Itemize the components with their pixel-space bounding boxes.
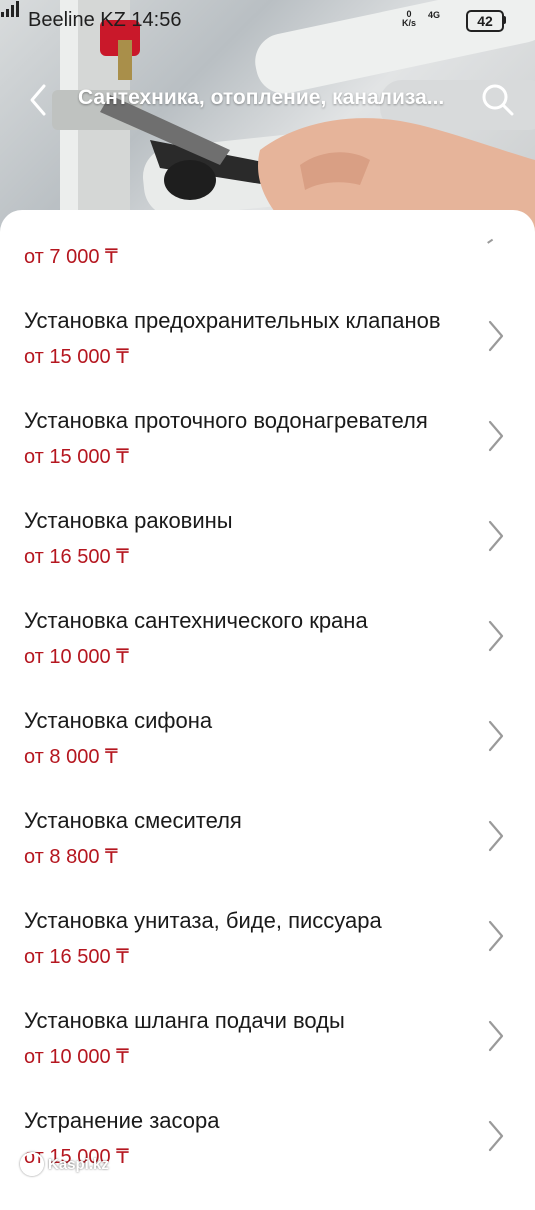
signal-icon: [1, 1, 19, 17]
kaspi-logo-icon: [20, 1152, 44, 1176]
status-carrier-time: Beeline KZ 14:56: [28, 9, 182, 31]
chevron-right-icon: [488, 520, 504, 552]
battery-level: 42: [477, 13, 493, 29]
list-item[interactable]: Установка смесителя от 8 800 ₸: [0, 808, 535, 910]
service-title: Установка раковины: [24, 508, 233, 533]
service-title: Установка предохранительных клапанов: [24, 308, 441, 333]
list-item[interactable]: Установка сифона от 8 000 ₸: [0, 708, 535, 810]
chevron-right-icon: [488, 420, 504, 452]
chevron-right-icon: [488, 620, 504, 652]
chevron-right-icon: [488, 1120, 504, 1152]
list-item[interactable]: Установка унитаза, биде, писсуара от 16 …: [0, 908, 535, 1010]
network-speed: 0 K/s: [402, 10, 416, 28]
service-price: от 15 000 ₸: [24, 346, 129, 368]
service-title: Устранение засора: [24, 1108, 220, 1133]
search-button[interactable]: [478, 80, 518, 120]
service-price: от 8 800 ₸: [24, 846, 118, 868]
network-type: 4G: [428, 10, 441, 20]
kaspi-watermark: Kaspi.kz: [20, 1152, 109, 1176]
service-title: Установка шланга подачи воды: [24, 1008, 345, 1033]
back-button[interactable]: [26, 80, 56, 120]
battery-tip: [503, 16, 506, 24]
service-title: Установка сантехнического крана: [24, 608, 368, 633]
status-bar: Beeline KZ 14:56 0 K/s 4G 42: [0, 0, 535, 40]
service-title: Установка смесителя: [24, 808, 242, 833]
top-nav-bar: Сантехника, отопление, канализа...: [0, 78, 535, 122]
battery-icon: 42: [466, 10, 504, 32]
service-price: от 16 500 ₸: [24, 946, 129, 968]
scroll-indicator: [487, 238, 495, 247]
list-item[interactable]: Установка шланга подачи воды от 10 000 ₸: [0, 1008, 535, 1110]
network-speed-unit: K/s: [402, 18, 417, 28]
list-item[interactable]: Установка сантехнического крана от 10 00…: [0, 608, 535, 710]
service-price: от 8 000 ₸: [24, 746, 118, 768]
chevron-right-icon: [488, 820, 504, 852]
list-item[interactable]: Установка проточного водонагревателя от …: [0, 408, 535, 510]
service-price: от 10 000 ₸: [24, 646, 129, 668]
chevron-left-icon: [30, 84, 46, 116]
search-icon: [482, 84, 514, 116]
list-item[interactable]: Установка предохранительных клапанов от …: [0, 308, 535, 410]
list-item-price: от 7 000 ₸: [24, 246, 118, 268]
list-item[interactable]: Установка раковины от 16 500 ₸: [0, 508, 535, 610]
header-banner-image: Beeline KZ 14:56 0 K/s 4G 42 Сантехника,…: [0, 0, 535, 240]
chevron-right-icon: [488, 1020, 504, 1052]
service-title: Установка сифона: [24, 708, 213, 733]
service-title: Установка унитаза, биде, писсуара: [24, 908, 382, 933]
service-title: Установка проточного водонагревателя: [24, 408, 428, 433]
service-price: от 16 500 ₸: [24, 546, 129, 568]
page-title: Сантехника, отопление, канализа...: [78, 86, 445, 109]
service-price: от 10 000 ₸: [24, 1046, 129, 1068]
services-list-sheet: от 7 000 ₸ Установка предохранительных к…: [0, 210, 535, 1200]
chevron-right-icon: [488, 320, 504, 352]
watermark-text: Kaspi.kz: [48, 1155, 109, 1173]
service-price: от 15 000 ₸: [24, 446, 129, 468]
chevron-right-icon: [488, 920, 504, 952]
chevron-right-icon: [488, 720, 504, 752]
